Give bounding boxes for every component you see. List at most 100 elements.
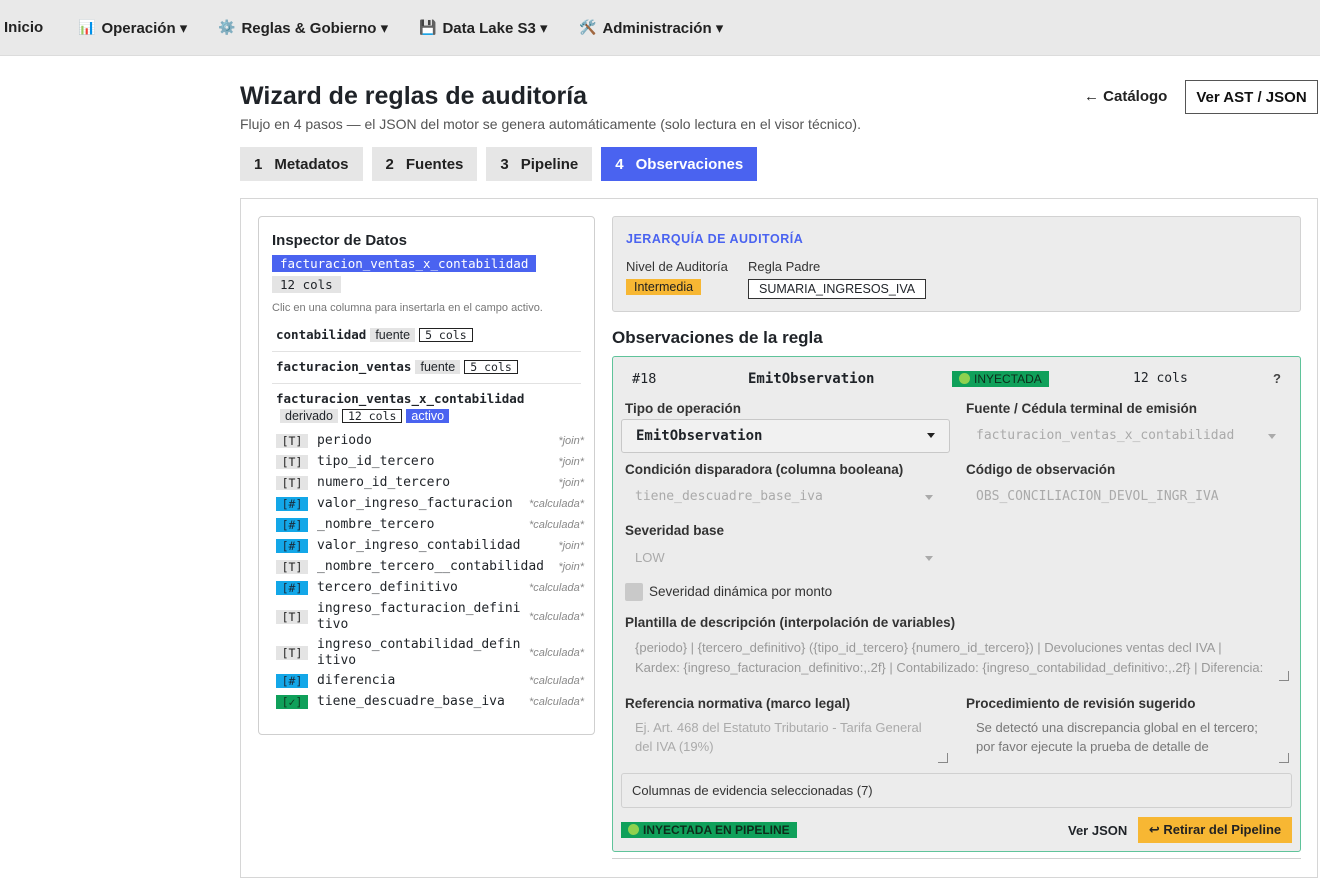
review-procedure-textarea[interactable]: Se detectó una discrepancia global en el…: [976, 718, 1276, 756]
column-item[interactable]: [✓] tiene_descuadre_base_iva *calculada*: [276, 694, 584, 710]
description-template-textarea[interactable]: {periodo} | {tercero_definitivo} ({tipo_…: [635, 638, 1265, 678]
source-contabilidad[interactable]: contabilidad fuente 5 cols: [276, 327, 473, 342]
column-kind: *join*: [558, 477, 584, 489]
column-kind: *join*: [558, 540, 584, 552]
description-template-label: Plantilla de descripción (interpolación …: [625, 615, 956, 630]
nav-item-reglas[interactable]: ⚙️ Reglas & Gobierno ▾: [218, 0, 388, 56]
dynamic-severity-checkbox[interactable]: [625, 583, 643, 601]
source-name: facturacion_ventas: [276, 359, 412, 374]
boolean-type-icon: [✓]: [276, 695, 308, 709]
source-derived-name[interactable]: facturacion_ventas_x_contabilidad: [276, 391, 524, 406]
parent-rule-badge[interactable]: SUMARIA_INGRESOS_IVA: [748, 279, 927, 299]
audit-level-label: Nivel de Auditoría: [626, 259, 728, 274]
numeric-type-icon: [#]: [276, 497, 308, 511]
numeric-type-icon: [#]: [276, 581, 308, 595]
top-navbar: Inicio 📊 Operación ▾ ⚙️ Reglas & Gobiern…: [0, 0, 1320, 56]
observation-card: #18 EmitObservation INYECTADA 12 cols ? …: [612, 356, 1301, 852]
status-text: INYECTADA: [974, 372, 1042, 386]
step-observaciones[interactable]: 4 Observaciones: [601, 147, 758, 181]
column-item[interactable]: [#] _nombre_tercero *calculada*: [276, 517, 584, 533]
divider: [272, 351, 581, 352]
column-kind: *calculada*: [528, 611, 584, 623]
column-item[interactable]: [T] ingreso_facturacion_definitivo *calc…: [276, 601, 584, 633]
evidence-columns-selector[interactable]: Columnas de evidencia seleccionadas (7): [621, 773, 1292, 808]
column-kind: *calculada*: [528, 582, 584, 594]
base-severity-label: Severidad base: [625, 523, 725, 538]
column-name: tercero_definitivo: [317, 580, 458, 595]
view-json-button[interactable]: Ver JSON: [1068, 823, 1127, 838]
observation-card-header[interactable]: #18 EmitObservation INYECTADA 12 cols ?: [613, 357, 1300, 399]
observation-cols: 12 cols: [1133, 371, 1188, 386]
gear-icon: ⚙️: [218, 19, 236, 35]
column-name: tipo_id_tercero: [317, 454, 435, 469]
help-icon[interactable]: ?: [1273, 371, 1281, 386]
source-derived-tags: derivado 12 cols activo: [280, 409, 450, 423]
resize-handle-icon[interactable]: [938, 753, 948, 763]
observation-code-input[interactable]: OBS_CONCILIACION_DEVOL_INGR_IVA: [976, 489, 1219, 504]
audit-hierarchy-panel: JERARQUÍA DE AUDITORÍA Nivel de Auditorí…: [612, 216, 1301, 312]
nav-item-administracion[interactable]: 🛠️ Administración ▾: [579, 0, 723, 56]
catalog-link[interactable]: ← Catálogo: [1084, 88, 1167, 105]
nav-label: Data Lake S3 ▾: [442, 19, 548, 37]
source-kind-tag: fuente: [370, 327, 416, 342]
operation-type-select[interactable]: EmitObservation: [621, 419, 950, 453]
column-item[interactable]: [#] tercero_definitivo *calculada*: [276, 580, 584, 596]
step-label: Fuentes: [405, 155, 464, 173]
observation-code-label: Código de observación: [966, 462, 1116, 477]
column-item[interactable]: [T] periodo *join*: [276, 433, 584, 449]
source-cols-tag: 5 cols: [419, 327, 473, 342]
text-type-icon: [T]: [276, 610, 308, 624]
legal-reference-textarea[interactable]: Ej. Art. 468 del Estatuto Tributario - T…: [635, 718, 935, 756]
text-type-icon: [T]: [276, 434, 308, 448]
column-kind: *calculada*: [528, 498, 584, 510]
resize-handle-icon[interactable]: [1279, 753, 1289, 763]
text-type-icon: [T]: [276, 646, 308, 660]
column-item[interactable]: [#] valor_ingreso_facturacion *calculada…: [276, 496, 584, 512]
resize-handle-icon[interactable]: [1279, 671, 1289, 681]
text-type-icon: [T]: [276, 476, 308, 490]
step-metadatos[interactable]: 1 Metadatos: [240, 147, 363, 181]
column-name: periodo: [317, 433, 372, 448]
step-pipeline[interactable]: 3 Pipeline: [486, 147, 593, 181]
step-fuentes[interactable]: 2 Fuentes: [371, 147, 478, 181]
source-facturacion-ventas[interactable]: facturacion_ventas fuente 5 cols: [276, 359, 518, 374]
column-name: _nombre_tercero__contabilidad: [317, 559, 544, 574]
inspector-hint: Clic en una columna para insertarla en e…: [272, 302, 543, 314]
column-kind: *calculada*: [528, 519, 584, 531]
observation-number: #18: [632, 371, 657, 387]
source-name: contabilidad: [276, 327, 367, 342]
view-ast-json-button[interactable]: Ver AST / JSON: [1185, 80, 1318, 114]
column-item[interactable]: [T] _nombre_tercero__contabilidad *join*: [276, 559, 584, 575]
emission-source-value: facturacion_ventas_x_contabilidad: [976, 428, 1235, 443]
text-type-icon: [T]: [276, 560, 308, 574]
column-name: tiene_descuadre_base_iva: [317, 694, 505, 709]
column-name: _nombre_tercero: [317, 517, 435, 532]
source-cols-tag: 12 cols: [341, 409, 403, 423]
operation-type-value: EmitObservation: [636, 428, 763, 444]
column-item[interactable]: [T] numero_id_tercero *join*: [276, 475, 584, 491]
nav-label: Operación ▾: [101, 19, 188, 37]
base-severity-select[interactable]: LOW: [635, 550, 935, 568]
column-item[interactable]: [T] ingreso_contabilidad_definitivo *cal…: [276, 637, 584, 669]
remove-from-pipeline-button[interactable]: ↩ Retirar del Pipeline: [1138, 817, 1292, 843]
divider: [272, 383, 581, 384]
base-severity-value: LOW: [635, 550, 665, 565]
nav-item-inicio[interactable]: Inicio: [4, 0, 43, 56]
green-circle-icon: [628, 824, 639, 835]
column-kind: *join*: [558, 456, 584, 468]
inspector-title: Inspector de Datos: [272, 232, 408, 249]
dynamic-severity-label: Severidad dinámica por monto: [649, 584, 833, 599]
chevron-down-icon: [1268, 434, 1276, 439]
column-item[interactable]: [#] valor_ingreso_contabilidad *join*: [276, 538, 584, 554]
column-item[interactable]: [#] diferencia *calculada*: [276, 673, 584, 689]
column-item[interactable]: [T] tipo_id_tercero *join*: [276, 454, 584, 470]
trigger-condition-select[interactable]: tiene_descuadre_base_iva: [635, 489, 935, 507]
nav-item-datalake[interactable]: 💾 Data Lake S3 ▾: [419, 0, 548, 56]
nav-item-operacion[interactable]: 📊 Operación ▾: [78, 0, 187, 56]
column-kind: *join*: [558, 561, 584, 573]
legal-reference-label: Referencia normativa (marco legal): [625, 696, 851, 711]
emission-source-select[interactable]: facturacion_ventas_x_contabilidad: [976, 428, 1286, 446]
tools-icon: 🛠️: [579, 19, 597, 35]
text-type-icon: [T]: [276, 455, 308, 469]
numeric-type-icon: [#]: [276, 518, 308, 532]
